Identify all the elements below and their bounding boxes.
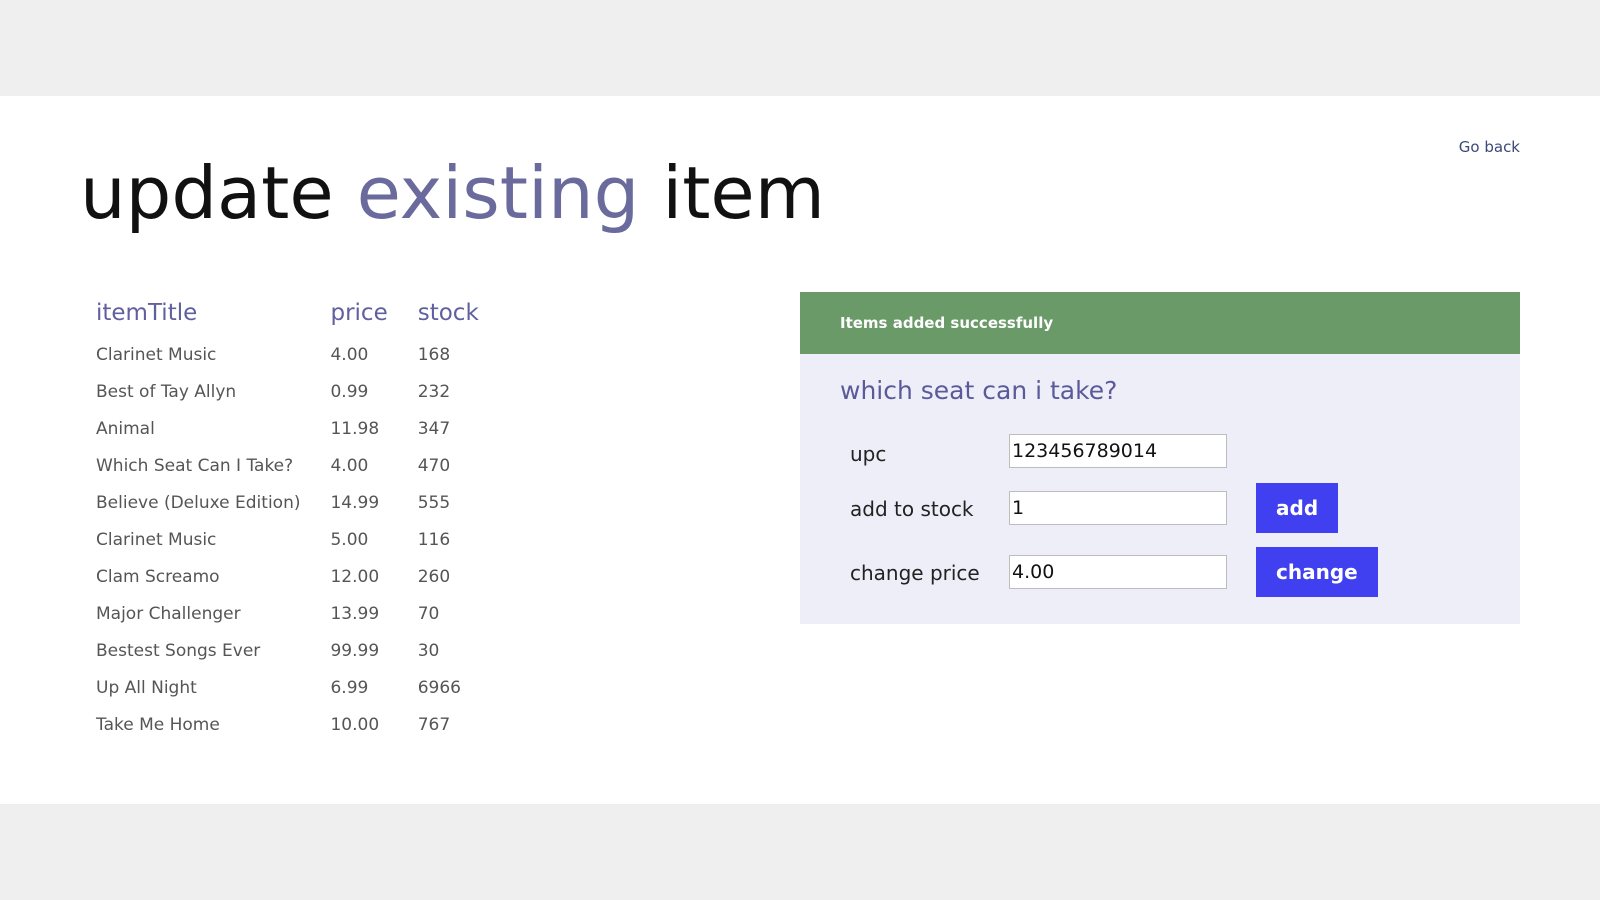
item-title-cell: Clarinet Music: [96, 344, 217, 365]
item-title-cell: Animal: [96, 418, 155, 439]
add-stock-label: add to stock: [850, 497, 974, 521]
change-button[interactable]: change: [1256, 547, 1378, 597]
column-header-item-title: itemTitle: [96, 300, 198, 326]
item-title-cell: Believe (Deluxe Edition): [96, 492, 301, 513]
item-title-cell: Clarinet Music: [96, 529, 217, 550]
go-back-link[interactable]: Go back: [1459, 138, 1520, 156]
table-row: Clarinet Music 4.00 168: [96, 336, 509, 373]
price-cell: 12.00: [330, 566, 380, 587]
item-title-cell: Clam Screamo: [96, 566, 220, 587]
price-cell: 10.00: [330, 714, 380, 735]
price-cell: 5.00: [330, 529, 369, 550]
selected-item-title: which seat can i take?: [840, 376, 1118, 405]
stock-cell: 70: [417, 603, 440, 624]
table-row: Major Challenger 13.99 70: [96, 595, 509, 632]
stock-cell: 260: [417, 566, 451, 587]
price-cell: 11.98: [330, 418, 380, 439]
table-row: Up All Night 6.99 6966: [96, 669, 509, 706]
item-title-cell: Up All Night: [96, 677, 197, 698]
column-header-stock: stock: [417, 300, 479, 326]
change-price-input[interactable]: [1009, 555, 1227, 589]
stock-cell: 6966: [417, 677, 461, 698]
price-cell: 13.99: [330, 603, 380, 624]
stock-cell: 116: [417, 529, 451, 550]
item-title-cell: Major Challenger: [96, 603, 241, 624]
table-row: Bestest Songs Ever 99.99 30: [96, 632, 509, 669]
stock-cell: 767: [417, 714, 451, 735]
item-title-cell: Bestest Songs Ever: [96, 640, 261, 661]
upc-label: upc: [850, 442, 887, 466]
price-cell: 99.99: [330, 640, 380, 661]
stock-cell: 232: [417, 381, 451, 402]
item-title-cell: Take Me Home: [96, 714, 220, 735]
price-cell: 4.00: [330, 344, 369, 365]
table-row: Clarinet Music 5.00 116: [96, 521, 509, 558]
stock-cell: 30: [417, 640, 440, 661]
column-header-price: price: [330, 300, 388, 326]
change-price-label: change price: [850, 561, 980, 585]
success-banner: Items added successfully: [800, 292, 1520, 354]
price-cell: 6.99: [330, 677, 369, 698]
upc-input[interactable]: [1009, 434, 1227, 468]
item-title-cell: Best of Tay Allyn: [96, 381, 237, 402]
item-title-cell: Which Seat Can I Take?: [96, 455, 294, 476]
price-cell: 0.99: [330, 381, 369, 402]
add-stock-input[interactable]: [1009, 491, 1227, 525]
page-content: Go back update existing item itemTitle p…: [0, 96, 1600, 804]
page-title: update existing item: [80, 148, 825, 238]
update-item-panel: Items added successfully which seat can …: [800, 292, 1520, 624]
stock-cell: 347: [417, 418, 451, 439]
table-header-row: itemTitle price stock: [96, 296, 509, 336]
table-row: Clam Screamo 12.00 260: [96, 558, 509, 595]
stock-cell: 555: [417, 492, 451, 513]
title-word-existing: existing: [356, 151, 640, 235]
stock-cell: 470: [417, 455, 451, 476]
table-row: Believe (Deluxe Edition) 14.99 555: [96, 484, 509, 521]
add-button[interactable]: add: [1256, 483, 1339, 533]
table-row: Best of Tay Allyn 0.99 232: [96, 373, 509, 410]
table-row: Animal 11.98 347: [96, 410, 509, 447]
title-word-update: update: [80, 151, 357, 235]
price-cell: 4.00: [330, 455, 369, 476]
price-cell: 14.99: [330, 492, 380, 513]
items-table: itemTitle price stock Clarinet Music 4.0…: [96, 296, 509, 743]
stock-cell: 168: [417, 344, 451, 365]
table-row: Take Me Home 10.00 767: [96, 706, 509, 743]
title-word-item: item: [639, 151, 825, 235]
table-row: Which Seat Can I Take? 4.00 470: [96, 447, 509, 484]
